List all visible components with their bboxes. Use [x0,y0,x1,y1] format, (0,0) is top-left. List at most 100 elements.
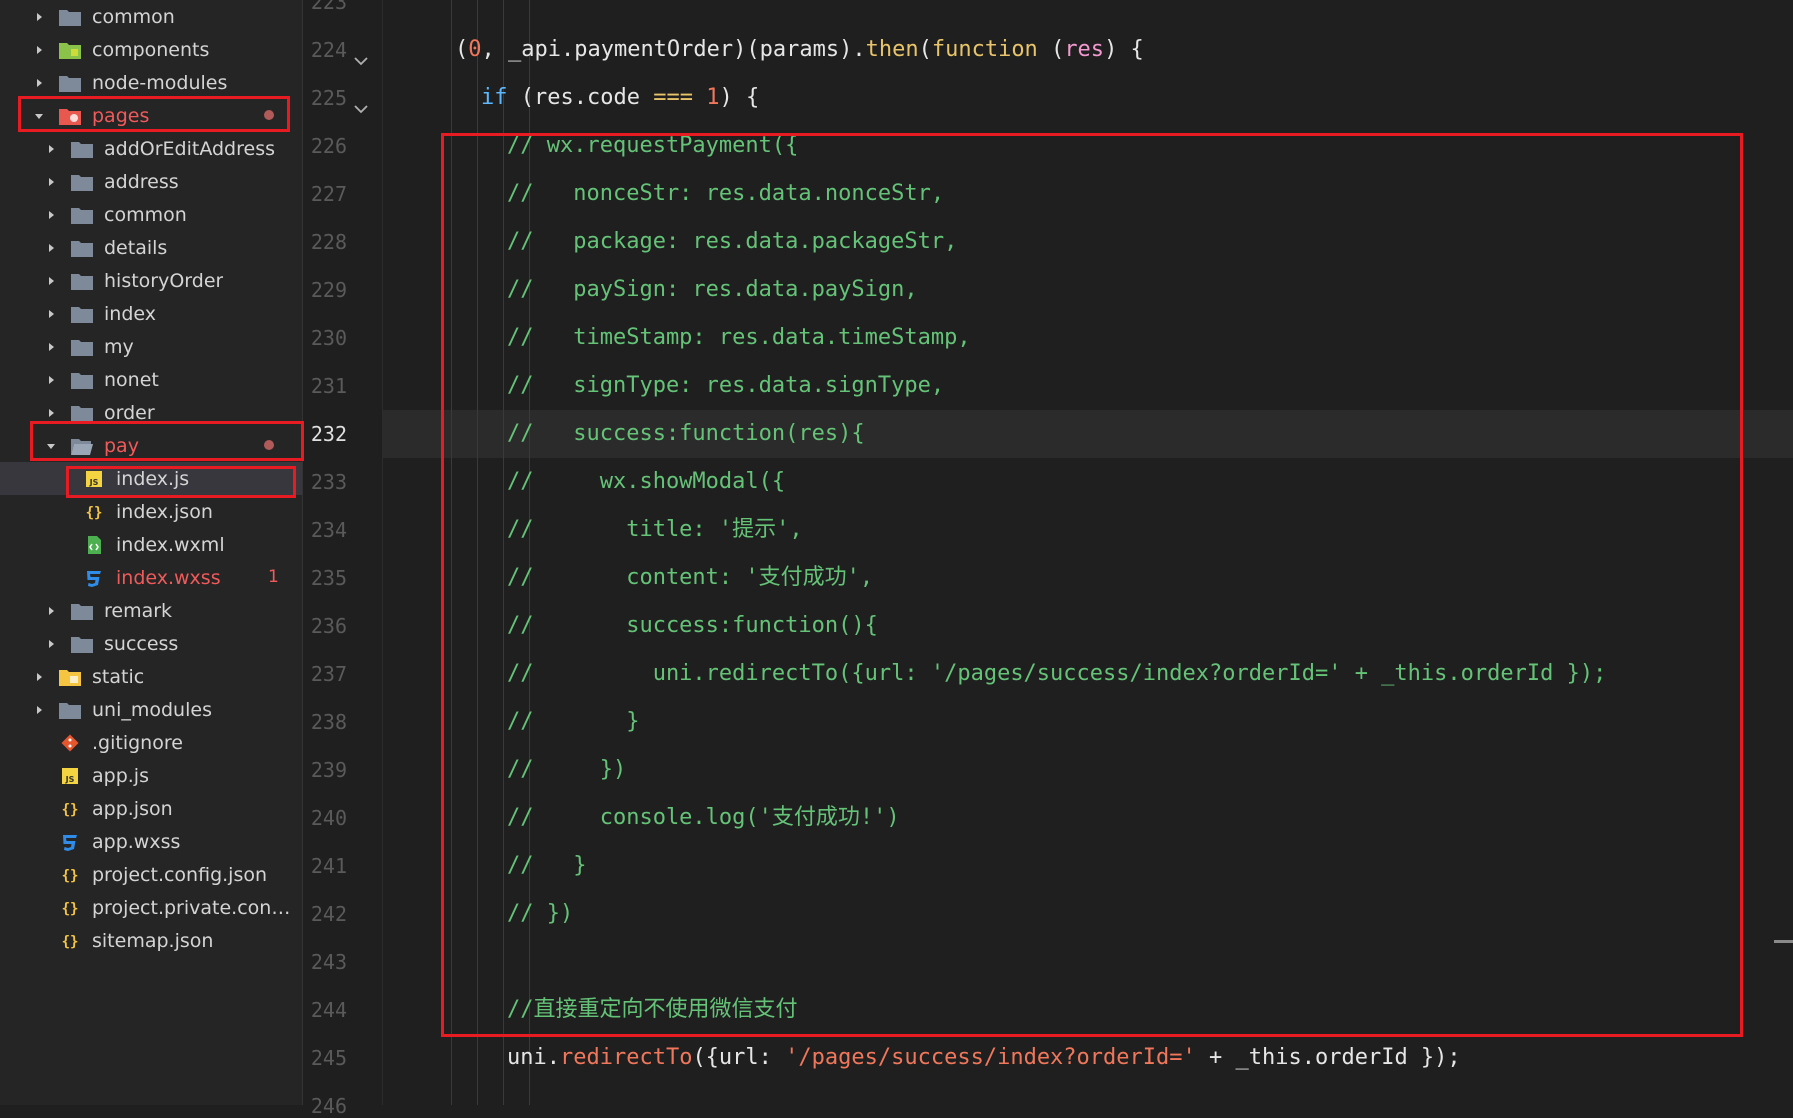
explorer-item-label: index.wxml [116,533,225,556]
code-token: //直接重定向不使用微信支付 [507,997,798,1022]
chevron-down-icon[interactable] [32,109,46,123]
explorer-folder-item[interactable]: index [0,297,302,330]
explorer-item-label: static [92,665,145,688]
code-token: if [481,85,508,110]
line-number: 243 [310,950,347,974]
code-token: // content: '支付成功', [507,565,874,590]
explorer-item-label: .gitignore [92,731,183,754]
line-number: 235 [310,566,347,590]
explorer-folder-item[interactable]: pay [0,429,302,462]
explorer-folder-item[interactable]: success [0,627,302,660]
explorer-file-item[interactable]: {} project.config.json [0,858,302,891]
code-line: // success:function(){ [507,602,878,650]
explorer-folder-item[interactable]: node-modules [0,66,302,99]
explorer-folder-item[interactable]: remark [0,594,302,627]
chevron-right-icon[interactable] [44,604,58,618]
folder-icon [70,403,94,423]
chevron-right-icon[interactable] [44,307,58,321]
explorer-folder-item[interactable]: static [0,660,302,693]
explorer-folder-item[interactable]: common [0,0,302,33]
problem-count-badge: 1 [268,567,279,587]
code-token: + _this.orderId }); [1195,1045,1461,1070]
explorer-item-label: pages [92,104,150,127]
chevron-right-icon[interactable] [44,208,58,222]
code-line: // package: res.data.packageStr, [507,218,957,266]
explorer-item-label: index.wxss [116,566,221,589]
explorer-file-item[interactable]: JS index.js [0,462,302,495]
code-line: // nonceStr: res.data.nonceStr, [507,170,944,218]
folder-icon [58,73,82,93]
line-number: 227 [310,182,347,206]
fold-chevron-icon[interactable] [353,101,369,117]
explorer-folder-item[interactable]: my [0,330,302,363]
explorer-item-label: historyOrder [104,269,224,292]
explorer-item-label: index.js [116,467,190,490]
explorer-folder-item[interactable]: addOrEditAddress [0,132,302,165]
folder-icon [58,7,82,27]
chevron-down-icon[interactable] [44,439,58,453]
code-token: // }) [507,757,627,782]
line-number: 244 [310,998,347,1022]
fold-chevron-icon[interactable] [353,53,369,69]
explorer-file-item[interactable]: index.wxml [0,528,302,561]
explorer-file-item[interactable]: app.wxss [0,825,302,858]
line-number: 226 [310,134,347,158]
chevron-right-icon[interactable] [44,175,58,189]
explorer-file-item[interactable]: {} index.json [0,495,302,528]
chevron-right-icon[interactable] [32,703,46,717]
code-line: // } [507,842,586,890]
chevron-right-icon[interactable] [44,241,58,255]
chevron-right-icon[interactable] [32,10,46,24]
explorer-folder-item[interactable]: order [0,396,302,429]
code-line: // } [507,698,639,746]
explorer-file-item[interactable]: {} sitemap.json [0,924,302,957]
explorer-item-label: common [104,203,187,226]
explorer-item-label: success [104,632,179,655]
line-number-gutter: 223 224 225 226 227 228 229 230 231 232 233 234 235 2… [302,0,383,1118]
code-line: // success:function(res){ [507,410,865,458]
code-token: // title: '提示', [507,517,803,542]
chevron-right-icon[interactable] [32,43,46,57]
explorer-item-label: nonet [104,368,159,391]
explorer-folder-item[interactable]: details [0,231,302,264]
chevron-right-icon[interactable] [44,340,58,354]
chevron-right-icon[interactable] [44,406,58,420]
line-number: 223 [310,0,347,14]
explorer-folder-item[interactable]: historyOrder [0,264,302,297]
line-number: 240 [310,806,347,830]
folder-icon [58,700,82,720]
modified-dot [264,110,274,120]
code-token: // wx.requestPayment({ [507,133,799,158]
explorer-file-item[interactable]: {} app.json [0,792,302,825]
svg-text:{}: {} [62,901,79,917]
chevron-right-icon[interactable] [44,274,58,288]
code-editor[interactable]: (0, _api.paymentOrder)(params).then(func… [382,0,1793,1105]
explorer-file-item[interactable]: JS app.js [0,759,302,792]
scrollbar-marker[interactable] [1774,940,1793,943]
svg-text:{}: {} [86,505,103,521]
json-file-icon: {} [82,502,106,522]
chevron-right-icon[interactable] [44,373,58,387]
line-number: 238 [310,710,347,734]
chevron-right-icon[interactable] [44,142,58,156]
explorer-folder-item[interactable]: common [0,198,302,231]
explorer-folder-item[interactable]: components [0,33,302,66]
explorer-file-item[interactable]: {} project.private.config.js... [0,891,302,924]
explorer-file-item[interactable]: index.wxss 1 [0,561,302,594]
explorer-item-label: remark [104,599,173,622]
explorer-folder-item[interactable]: address [0,165,302,198]
chevron-right-icon[interactable] [44,637,58,651]
js-file-icon: JS [82,469,106,489]
code-token: then [865,37,919,62]
explorer-folder-item[interactable]: nonet [0,363,302,396]
explorer-folder-item[interactable]: pages [0,99,302,132]
explorer-file-item[interactable]: .gitignore [0,726,302,759]
explorer-folder-item[interactable]: uni_modules [0,693,302,726]
chevron-right-icon[interactable] [32,670,46,684]
code-line: // paySign: res.data.paySign, [507,266,918,314]
chevron-right-icon[interactable] [32,76,46,90]
